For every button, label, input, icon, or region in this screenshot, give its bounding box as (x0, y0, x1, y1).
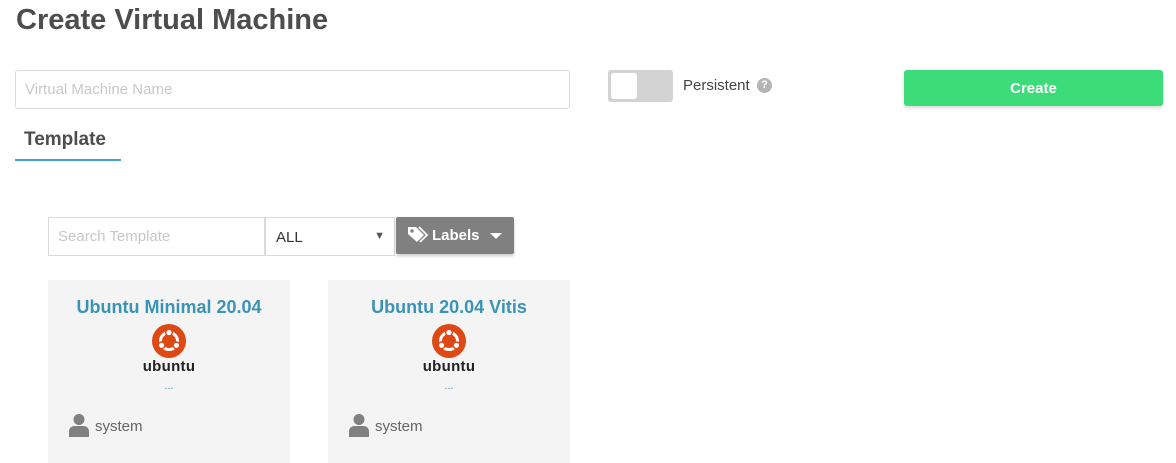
tag-icon (408, 226, 428, 243)
labels-button-label: Labels (432, 227, 480, 244)
template-name: Ubuntu 20.04 Vitis (371, 297, 527, 317)
select-value: ALL (276, 229, 303, 246)
user-icon (349, 414, 369, 437)
ubuntu-logo-icon (152, 324, 186, 358)
ubuntu-logo-text: ubuntu (422, 358, 476, 375)
search-template-input[interactable] (48, 217, 265, 256)
owner-label: system (95, 418, 143, 435)
more-ellipsis[interactable]: ... (48, 380, 290, 392)
template-card[interactable]: Ubuntu Minimal 20.04 ubuntu ... system (48, 280, 290, 463)
create-button[interactable]: Create (904, 70, 1163, 106)
more-ellipsis[interactable]: ... (328, 380, 570, 392)
page-title: Create Virtual Machine (16, 4, 329, 36)
user-icon (69, 414, 89, 437)
toggle-knob (611, 73, 637, 99)
template-filter-select[interactable]: ALL ▼ (265, 217, 395, 256)
persistent-label: Persistent (683, 77, 750, 94)
tab-template-label: Template (24, 129, 107, 150)
labels-button[interactable]: Labels (396, 217, 514, 254)
template-card[interactable]: Ubuntu 20.04 Vitis ubuntu ... system (328, 280, 570, 463)
ubuntu-logo-icon (432, 324, 466, 358)
owner-label: system (375, 418, 423, 435)
caret-down-icon (490, 233, 502, 239)
tab-template[interactable]: Template (15, 127, 121, 161)
select-arrow-icon: ▼ (374, 230, 385, 242)
help-icon[interactable]: ? (757, 78, 772, 93)
vm-name-input[interactable] (15, 70, 570, 109)
persistent-toggle[interactable] (608, 70, 673, 102)
ubuntu-logo-text: ubuntu (142, 358, 196, 375)
template-name: Ubuntu Minimal 20.04 (76, 297, 262, 317)
